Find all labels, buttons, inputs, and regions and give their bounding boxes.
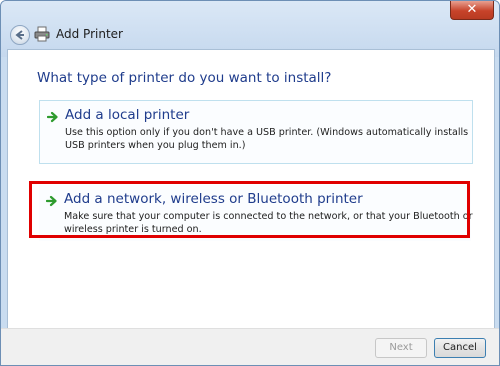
option-local-description: Use this option only if you don't have a…	[65, 127, 469, 151]
window-title: Add Printer	[56, 27, 123, 41]
next-button[interactable]: Next	[375, 338, 427, 358]
close-icon: ✕	[466, 2, 478, 17]
close-button[interactable]: ✕	[450, 1, 494, 20]
back-button[interactable]	[10, 25, 30, 45]
back-arrow-icon	[15, 30, 24, 40]
printer-icon	[34, 26, 50, 42]
highlight-box	[29, 181, 470, 238]
option-add-local-printer[interactable]: Add a local printer Use this option only…	[39, 100, 473, 164]
option-local-title: Add a local printer	[65, 107, 190, 123]
button-bar: Next Cancel	[1, 328, 499, 365]
page-question: What type of printer do you want to inst…	[37, 70, 332, 86]
green-arrow-icon	[47, 111, 58, 123]
cancel-button[interactable]: Cancel	[434, 338, 486, 358]
